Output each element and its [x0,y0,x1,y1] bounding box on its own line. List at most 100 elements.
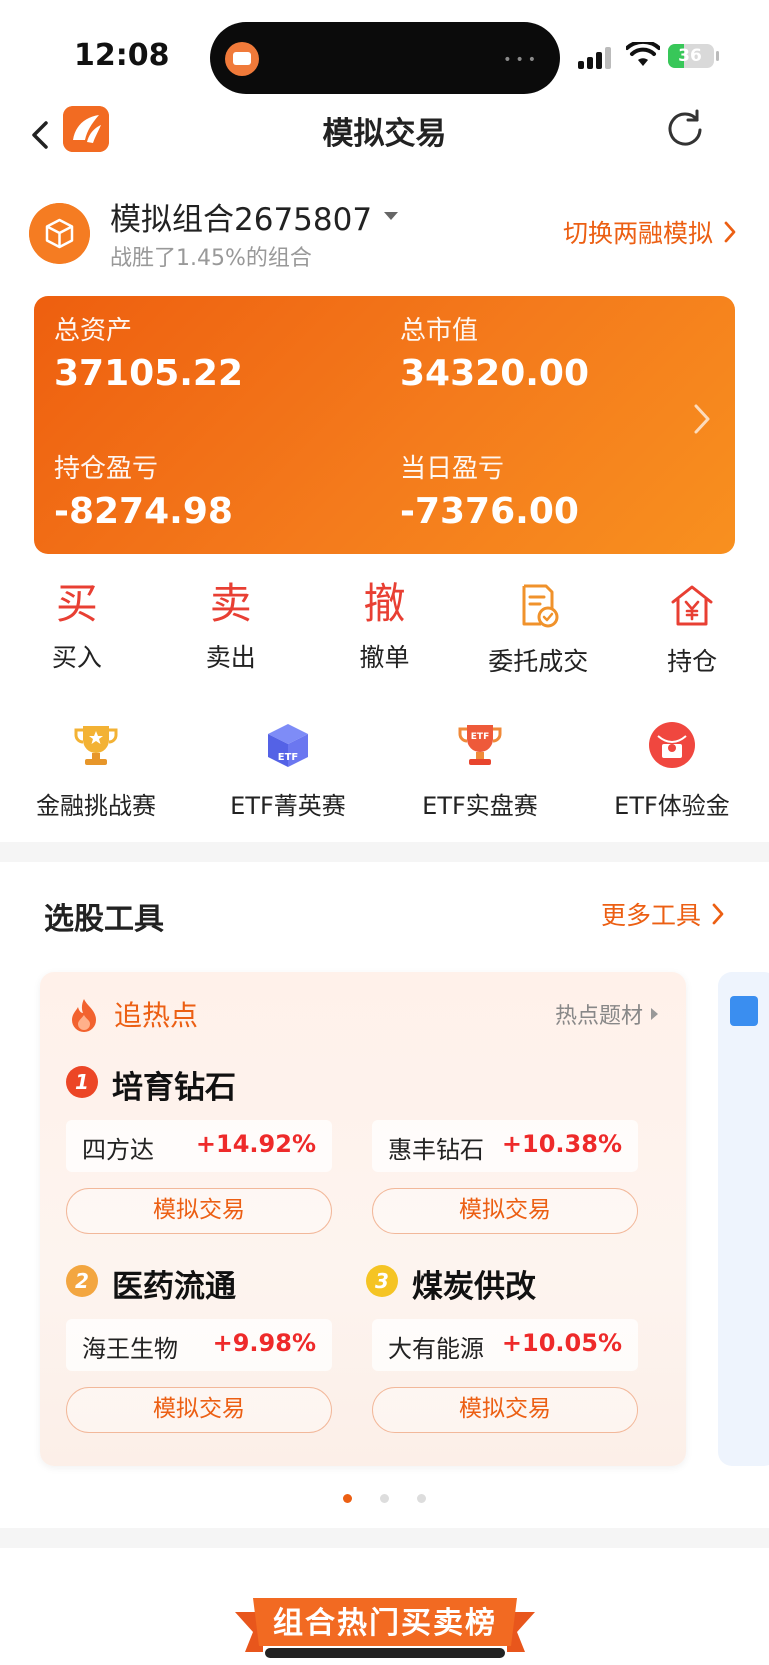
theme-name: 医药流通 [112,1269,236,1305]
section-divider [0,1528,769,1548]
document-check-icon [522,584,559,628]
carousel-indicator [0,1494,769,1506]
hot-topics-panel: 追热点 热点题材 1 培育钻石 四方达 +14.92% 模拟交易 惠丰钻石 +1… [40,972,686,1466]
page-dot-3[interactable] [417,1494,426,1503]
orders-trades-label: 委托成交 [488,647,589,676]
portfolio-header: 模拟组合2675807 战胜了1.45%的组合 切换两融模拟 [0,190,769,271]
ranking-title: 组合热门买卖榜 [273,1606,497,1641]
mail-app-icon [225,42,259,76]
cellular-signal-icon [578,45,614,69]
stock-change: +10.38% [501,1130,622,1158]
stock-name: 大有能源 [388,1335,484,1363]
switch-margin-link[interactable]: 切换两融模拟 [563,214,737,250]
portfolio-name[interactable]: 模拟组合2675807 [110,194,372,239]
caret-down-icon[interactable] [384,212,398,220]
svg-text:ETF: ETF [278,752,298,763]
stock-quote[interactable]: 大有能源 +10.05% [372,1319,638,1371]
etf-cube-icon: ETF [268,724,308,767]
etf-elite-item[interactable]: ETF ETF菁英赛 [192,720,384,830]
rank-badge-1: 1 [66,1066,98,1098]
hot-themes-label: 热点题材 [554,1004,643,1029]
wifi-icon [626,42,660,66]
battery-nub [716,51,719,61]
simulate-trade-button[interactable]: 模拟交易 [66,1387,332,1433]
positions-label: 持仓 [667,647,718,676]
daily-pl: 当日盈亏 -7376.00 [400,448,579,532]
quick-actions: 买 买入 卖 卖出 撤 撤单 委托成交 持仓 [0,574,769,684]
theme-name: 煤炭供改 [412,1269,536,1305]
theme-name: 培育钻石 [112,1070,236,1106]
refresh-icon[interactable] [663,106,707,150]
etf-live-label: ETF实盘赛 [422,792,538,820]
portfolio-rank-text: 战胜了1.45%的组合 [110,246,312,271]
position-pl: 持仓盈亏 -8274.98 [54,448,233,532]
chevron-right-icon [724,221,736,243]
battery-percentage: 36 [678,46,702,66]
page-dot-2[interactable] [380,1494,389,1503]
chevron-right-icon [712,903,724,925]
total-assets: 总资产 37105.22 [54,310,243,394]
positions-button[interactable]: 持仓 [615,574,769,684]
dynamic-island: ••• [210,22,560,94]
daily-pl-value: -7376.00 [400,491,579,532]
etf-trial-fund-item[interactable]: ETF体验金 [576,720,768,830]
market-value-label: 总市值 [400,316,479,346]
status-bar: 12:08 ••• 36 [0,0,769,100]
page-dot-1[interactable] [343,1494,352,1503]
finance-challenge-item[interactable]: 金融挑战赛 [0,720,192,830]
cancel-order-label: 撤单 [359,643,410,672]
etf-trophy-icon: ETF [458,725,502,765]
etf-trial-fund-label: ETF体验金 [614,792,730,820]
hot-themes-link[interactable]: 热点题材 [555,998,658,1030]
switch-margin-label: 切换两融模拟 [562,219,713,248]
battery-icon: 36 [668,44,714,68]
hot-topics-title: 追热点 [114,999,199,1032]
stock-change: +14.92% [195,1130,316,1158]
more-tools-label: 更多工具 [600,901,701,930]
cube-icon [29,203,90,264]
fire-icon [72,999,96,1032]
section-divider [0,842,769,862]
stock-tools-title: 选股工具 [44,902,164,937]
buy-label: 买入 [51,643,102,672]
more-tools-link[interactable]: 更多工具 [601,896,725,932]
house-yen-icon [671,585,713,626]
position-pl-label: 持仓盈亏 [54,454,159,484]
position-pl-value: -8274.98 [54,491,233,532]
stock-change: +9.98% [212,1329,316,1357]
triangle-right-icon [651,1008,658,1020]
market-value: 总市值 34320.00 [400,310,589,394]
stock-quote[interactable]: 惠丰钻石 +10.38% [372,1120,638,1172]
stock-name: 四方达 [82,1136,154,1164]
daily-pl-label: 当日盈亏 [400,454,505,484]
asset-summary-card[interactable]: 总资产 37105.22 总市值 34320.00 持仓盈亏 -8274.98 … [34,296,735,554]
nav-bar: 模拟交易 [0,100,769,170]
stock-quote[interactable]: 海王生物 +9.98% [66,1319,332,1371]
simulate-trade-button[interactable]: 模拟交易 [372,1188,638,1234]
chevron-right-icon [694,404,710,434]
simulate-trade-button[interactable]: 模拟交易 [372,1387,638,1433]
etf-elite-label: ETF菁英赛 [230,792,346,820]
etf-live-item[interactable]: ETF ETF实盘赛 [384,720,576,830]
total-assets-label: 总资产 [54,316,133,346]
status-time: 12:08 [74,38,170,73]
stock-quote[interactable]: 四方达 +14.92% [66,1120,332,1172]
finance-challenge-label: 金融挑战赛 [36,792,156,820]
cancel-order-button[interactable]: 撤 撤单 [308,574,462,684]
rank-badge-3: 3 [366,1265,398,1297]
buy-button[interactable]: 买 买入 [0,574,154,684]
stock-name: 惠丰钻石 [388,1136,484,1164]
rank-badge-2: 2 [66,1265,98,1297]
sell-button[interactable]: 卖 卖出 [154,574,308,684]
more-dots-icon: ••• [503,52,540,68]
sell-glyph: 卖 [209,579,252,628]
orders-trades-button[interactable]: 委托成交 [461,574,615,684]
simulate-trade-button[interactable]: 模拟交易 [66,1188,332,1234]
buy-glyph: 买 [55,579,98,628]
next-tool-panel[interactable] [718,972,769,1466]
trophy-star-icon [74,726,118,765]
page-title: 模拟交易 [322,116,447,152]
red-envelope-icon [649,722,695,768]
total-assets-value: 37105.22 [54,353,244,394]
sell-label: 卖出 [205,643,256,672]
